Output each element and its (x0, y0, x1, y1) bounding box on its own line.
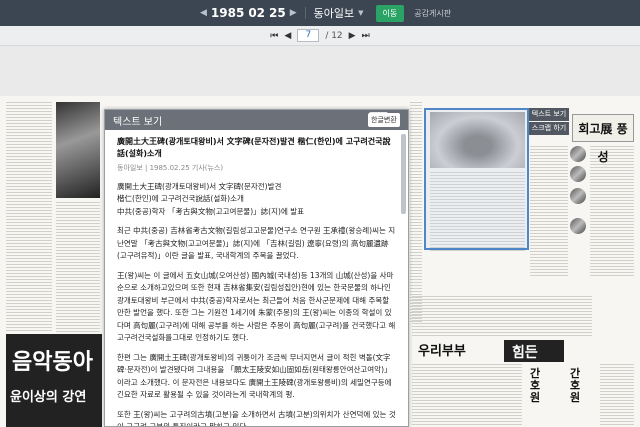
divider (304, 7, 306, 19)
article-paragraph: 또한 王(왕)씨는 고구려의古墳(고분)을 소개하면서 古墳(고분)의위치가 산… (117, 409, 396, 427)
article-line: 廣開土大王碑(광개토대왕비)서 文字碑(문자전)발견 (117, 181, 282, 191)
next-date-icon[interactable]: ▶ (290, 8, 297, 18)
month-value[interactable]: 02 (248, 6, 265, 20)
article-line: 中共(중공)학자 「考古與文物(고고여문물)」誌(지)에 발표 (117, 206, 305, 216)
total-pages: / 12 (325, 30, 343, 41)
day-value[interactable]: 25 (269, 6, 286, 20)
year-value[interactable]: 1985 (211, 6, 244, 20)
ad-nurse-1: 간호원 (530, 367, 541, 404)
page-number-input[interactable]: 7 (297, 29, 320, 42)
text-view-panel: 텍스트 보기 원문 한글변환 廣開土大王碑(광개토대왕비)서 文字碑(문자전)발… (104, 109, 409, 427)
korean-convert-button[interactable]: 한글변환 (368, 113, 400, 127)
portrait-photo (570, 188, 586, 204)
go-button[interactable]: 이동 (375, 4, 405, 22)
article-line: 楷仁(한인)에 고구려건국說話(설화)소개 (117, 194, 244, 203)
article-paragraph: 한편 그는 廣開土王碑(광개토왕비)의 귀퉁이가 조금씩 무너지면서 글이 적힌… (117, 352, 392, 400)
newspaper-select[interactable]: 동아일보 ▼ (314, 5, 364, 21)
text-column (600, 364, 634, 427)
portrait-photo (570, 218, 586, 234)
ad-headline: 음악동아 (12, 350, 93, 375)
date-selector: ◀ 1985 년 02 25 ▶ 동아일보 ▼ 이동 공감게시판 (200, 4, 451, 22)
text-column (412, 296, 592, 336)
scrap-button[interactable]: 스크랩 하기 (529, 122, 569, 135)
text-column (530, 146, 568, 276)
viewer-background (0, 46, 640, 96)
portrait-photo (570, 166, 586, 182)
article-selection-box[interactable] (424, 108, 529, 250)
chevron-down-icon: ▼ (358, 9, 364, 17)
text-column (6, 102, 52, 332)
board-link[interactable]: 공감게시판 (414, 8, 451, 19)
article-paragraph: 王(왕)씨는 이 글에서 五女山城(오여산성) 國內城(국내성)등 13개의 山… (117, 270, 396, 343)
page-navigation: ⏮ ◀ 7 / 12 ▶ ⏭ (0, 26, 640, 46)
last-page-icon[interactable]: ⏭ (362, 31, 370, 41)
minimap-text-view-button[interactable]: 텍스트 보기 (529, 108, 569, 121)
text-column (412, 364, 522, 427)
article-text: 廣開土大王碑(광개토대왕비)서 文字碑(문자전)발견 楷仁(한인)에 고구려건국… (105, 130, 408, 427)
prev-page-icon[interactable]: ◀ (284, 31, 291, 41)
news-photo (56, 102, 100, 198)
first-page-icon[interactable]: ⏮ (270, 31, 278, 41)
article-paragraph: 최근 中共(중공) 吉林省考古文物(길림성고고문물)연구소 연구원 王承禮(왕승… (117, 226, 396, 260)
article-title: 廣開土大王碑(광개토대왕비)서 文字碑(문자전)발견 楷仁(한인)에 고구려건국… (117, 137, 391, 158)
text-panel-header: 텍스트 보기 원문 (105, 110, 408, 130)
newspaper-name: 동아일보 (313, 7, 355, 20)
ad-nurse-2: 간호원 (570, 367, 581, 404)
ad-logo: 힘든 (512, 345, 538, 361)
ad-headline-mid: 우리부부 (418, 344, 466, 359)
date-navigation-bar: ◀ 1985 년 02 25 ▶ 동아일보 ▼ 이동 공감게시판 (0, 0, 640, 26)
article-meta: 동아일보 | 1985.02.25 기사(뉴스) (117, 164, 224, 172)
scrollbar[interactable] (401, 134, 406, 214)
prev-year-icon[interactable]: ◀ (200, 8, 207, 18)
ad-subheadline: 윤이상의 강연 (10, 386, 87, 405)
portrait-photo (570, 146, 586, 162)
text-column (410, 102, 422, 322)
text-panel-title: 텍스트 보기 (113, 116, 163, 128)
text-column (56, 202, 100, 332)
next-page-icon[interactable]: ▶ (349, 31, 356, 41)
right-headline: 회고展 풍성 (572, 114, 634, 164)
